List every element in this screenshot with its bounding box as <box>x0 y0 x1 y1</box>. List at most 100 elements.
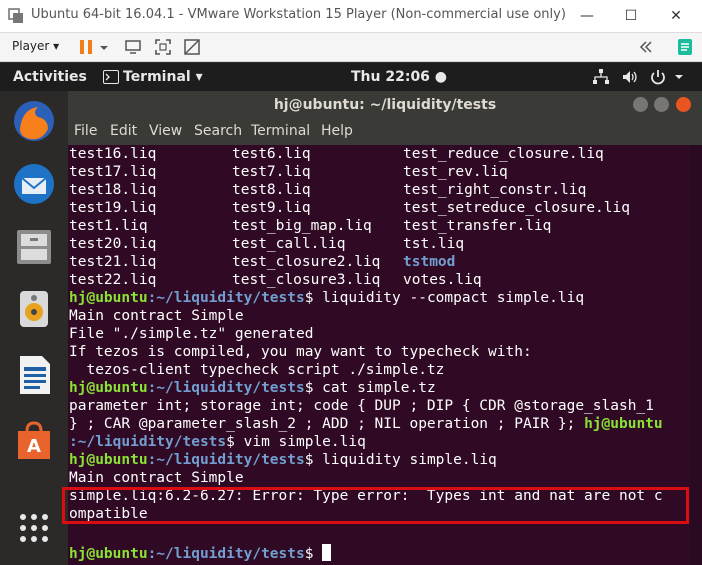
listing-cell: test1.liq <box>69 218 148 234</box>
terminal-close-button[interactable] <box>676 97 691 112</box>
listing-cell: test_closure3.liq <box>232 272 381 288</box>
listing-cell: test_closure2.liq <box>232 254 381 270</box>
libreoffice-writer-icon[interactable] <box>12 353 56 397</box>
prompt-line: :~/liquidity/tests$ vim simple.liq <box>69 433 366 451</box>
prompt-path: :~/liquidity/tests <box>147 546 305 562</box>
listing-row: test1.liq test_big_map.liq test_transfer… <box>69 217 551 235</box>
unity-mode-icon[interactable] <box>183 38 201 56</box>
window-title: Ubuntu 64-bit 16.04.1 - VMware Workstati… <box>31 7 566 22</box>
system-menu-dropdown-icon[interactable] <box>673 68 685 86</box>
ubuntu-dock: A <box>0 91 68 565</box>
rhythmbox-icon[interactable] <box>12 287 56 331</box>
listing-cell: test_rev.liq <box>403 164 508 180</box>
listing-cell: test7.liq <box>232 164 311 180</box>
listing-cell-directory: tstmod <box>403 254 456 270</box>
listing-cell: test16.liq <box>69 146 157 162</box>
network-icon[interactable] <box>592 68 610 86</box>
output-line: File "./simple.tz" generated <box>69 326 314 342</box>
prompt-symbol: $ <box>226 434 235 450</box>
pause-dropdown-icon[interactable] <box>97 38 111 56</box>
listing-cell: test19.liq <box>69 200 157 216</box>
command-text: cat simple.tz <box>313 380 436 396</box>
vmware-title-bar: Ubuntu 64-bit 16.04.1 - VMware Workstati… <box>0 0 702 33</box>
close-button[interactable]: ✕ <box>662 5 690 27</box>
terminal-title: hj@ubuntu: ~/liquidity/tests <box>273 97 497 113</box>
volume-icon[interactable] <box>621 68 639 86</box>
prompt-line: hj@ubuntu:~/liquidity/tests$ liquidity s… <box>69 451 497 469</box>
terminal-header-bar: hj@ubuntu: ~/liquidity/tests <box>68 91 702 119</box>
menu-search[interactable]: Search <box>194 123 242 139</box>
output-line: parameter int; storage int; code { DUP ;… <box>69 398 654 414</box>
listing-cell: test_transfer.liq <box>403 218 552 234</box>
prompt-path: :~/liquidity/tests <box>147 452 305 468</box>
send-ctrl-alt-del-icon[interactable] <box>124 38 142 56</box>
menu-view[interactable]: View <box>149 123 182 139</box>
prompt-path: :~/liquidity/tests <box>147 290 305 306</box>
output-line: } ; CAR @parameter_slash_2 ; ADD ; NIL o… <box>69 415 663 433</box>
thunderbird-icon[interactable] <box>12 162 56 206</box>
show-applications-icon[interactable] <box>12 506 56 550</box>
ubuntu-software-icon[interactable]: A <box>12 419 56 463</box>
prompt-line: hj@ubuntu:~/liquidity/tests$ cat simple.… <box>69 379 436 397</box>
prompt-user: hj@ubuntu <box>69 290 148 306</box>
prompt-path: :~/liquidity/tests <box>69 434 227 450</box>
error-highlight-box <box>62 487 689 524</box>
gnome-top-bar: Activities Terminal ▾ Thu 22:06 ● <box>0 63 702 91</box>
listing-row: test16.liq test6.liq test_reduce_closure… <box>69 145 604 163</box>
terminal-cursor <box>322 544 332 561</box>
prompt-user: hj@ubuntu <box>69 546 148 562</box>
prompt-path: :~/liquidity/tests <box>147 380 305 396</box>
files-icon[interactable] <box>12 224 56 268</box>
svg-text:A: A <box>27 436 41 457</box>
listing-cell: test22.liq <box>69 272 157 288</box>
terminal-maximize-button[interactable] <box>654 97 669 112</box>
prompt-line: hj@ubuntu:~/liquidity/tests$ <box>69 541 332 562</box>
listing-row: test19.liq test9.liq test_setreduce_clos… <box>69 199 630 217</box>
player-menu-button[interactable]: Player ▾ <box>12 39 59 53</box>
terminal-minimize-button[interactable] <box>633 97 648 112</box>
firefox-icon[interactable] <box>12 99 56 143</box>
pause-icon[interactable] <box>77 38 95 56</box>
minimize-button[interactable]: — <box>573 5 601 27</box>
command-text: liquidity simple.liq <box>313 452 497 468</box>
listing-cell: test_setreduce_closure.liq <box>403 200 630 216</box>
menu-terminal[interactable]: Terminal <box>251 123 310 139</box>
command-text: vim simple.liq <box>234 434 366 450</box>
clock[interactable]: Thu 22:06 ● <box>351 69 447 85</box>
listing-cell: test17.liq <box>69 164 157 180</box>
vmware-app-icon <box>8 8 23 23</box>
prompt-user: hj@ubuntu <box>584 416 663 432</box>
activities-button[interactable]: Activities <box>13 69 87 85</box>
listing-row: test17.liq test7.liq test_rev.liq <box>69 163 508 181</box>
listing-cell: test_reduce_closure.liq <box>403 146 604 162</box>
prompt-user: hj@ubuntu <box>69 380 148 396</box>
app-menu-button[interactable]: Terminal ▾ <box>123 69 203 85</box>
maximize-button[interactable]: ☐ <box>617 5 645 27</box>
listing-cell: test8.liq <box>232 182 311 198</box>
terminal-scrollbar[interactable] <box>690 145 702 565</box>
menu-file[interactable]: File <box>74 123 97 139</box>
listing-cell: test_call.liq <box>232 236 346 252</box>
listing-cell: test_right_constr.liq <box>403 182 587 198</box>
notes-icon[interactable] <box>676 38 694 56</box>
listing-row: test22.liq test_closure3.liq votes.liq <box>69 271 482 289</box>
terminal-menu-bar: File Edit View Search Terminal Help <box>68 119 702 145</box>
listing-cell: votes.liq <box>403 272 482 288</box>
listing-cell: test18.liq <box>69 182 157 198</box>
listing-cell: test21.liq <box>69 254 157 270</box>
terminal-app-icon <box>103 70 119 84</box>
fullscreen-icon[interactable] <box>154 38 172 56</box>
listing-row: test21.liq test_closure2.liq tstmod <box>69 253 455 271</box>
collapse-devices-icon[interactable] <box>637 38 655 56</box>
listing-row: test18.liq test8.liq test_right_constr.l… <box>69 181 586 199</box>
power-icon[interactable] <box>649 68 667 86</box>
prompt-user: hj@ubuntu <box>69 452 148 468</box>
output-text: } ; CAR @parameter_slash_2 ; ADD ; NIL o… <box>69 416 585 432</box>
listing-cell: test6.liq <box>232 146 311 162</box>
output-line: tezos-client typecheck script ./simple.t… <box>69 362 445 378</box>
listing-row: test20.liq test_call.liq tst.liq <box>69 235 464 253</box>
menu-help[interactable]: Help <box>321 123 353 139</box>
listing-cell: test_big_map.liq <box>232 218 372 234</box>
command-text: liquidity --compact simple.liq <box>313 290 585 306</box>
menu-edit[interactable]: Edit <box>110 123 137 139</box>
